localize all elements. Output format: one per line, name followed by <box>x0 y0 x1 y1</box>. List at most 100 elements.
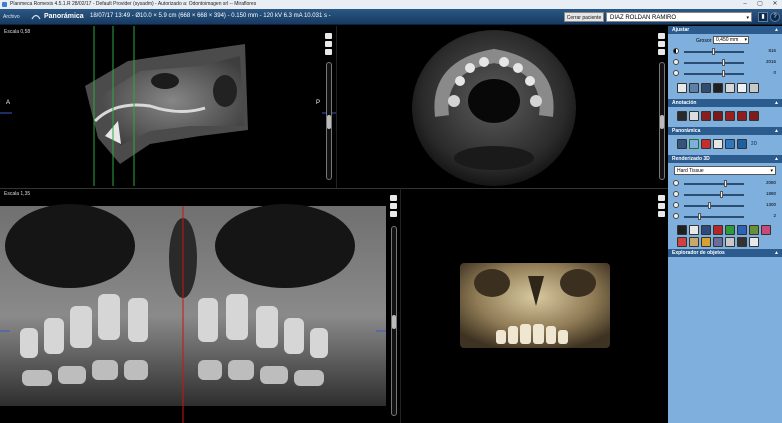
brightness-slider[interactable] <box>684 48 744 55</box>
help-button[interactable]: ? <box>770 12 780 22</box>
panoramica-header[interactable]: Panorámica ▲ <box>668 127 782 135</box>
zoom-icon[interactable] <box>677 83 687 93</box>
renderizado-header[interactable]: Renderizado 3D ▲ <box>668 155 782 163</box>
sagittal-viewport[interactable]: Escala 0,58 A P <box>0 26 336 188</box>
viewport-divider-bottom[interactable] <box>400 188 401 423</box>
cloud-icon[interactable] <box>325 49 332 55</box>
window-level-icon[interactable] <box>701 83 711 93</box>
maximize-button[interactable]: ▢ <box>753 1 767 8</box>
slider-knob[interactable] <box>708 202 711 209</box>
color-map-icon[interactable] <box>761 225 771 235</box>
render-preset-select[interactable]: Hard Tissue ▾ <box>674 166 776 175</box>
export-icon[interactable] <box>749 237 759 247</box>
cloud-icon[interactable] <box>658 49 665 55</box>
patient-select[interactable]: DIAZ ROLDAN RAMIRO ▾ <box>606 12 752 22</box>
ellipse-icon[interactable] <box>713 111 723 121</box>
measure-3d-icon[interactable] <box>737 237 747 247</box>
arrow-icon[interactable] <box>737 111 747 121</box>
grosor-select[interactable]: 0,450 mm ▾ <box>713 36 749 44</box>
scroll-thumb[interactable] <box>392 315 396 329</box>
green-plane-icon[interactable] <box>725 225 735 235</box>
viewport-divider-top[interactable] <box>336 26 337 188</box>
maximize-view-icon[interactable] <box>390 195 397 201</box>
reset-icon[interactable] <box>737 83 747 93</box>
maximize-view-icon[interactable] <box>658 195 665 201</box>
person-icon[interactable] <box>725 139 735 149</box>
slider-knob[interactable] <box>724 180 727 187</box>
render-3d-viewport[interactable] <box>400 188 668 423</box>
collapse-icon[interactable]: ▲ <box>774 249 779 257</box>
3d-button[interactable]: 3D <box>749 139 759 149</box>
rectangle-icon[interactable] <box>701 111 711 121</box>
viewport-divider-horizontal[interactable] <box>0 188 668 189</box>
camera-icon[interactable] <box>325 41 332 47</box>
sharpen-icon[interactable] <box>713 83 723 93</box>
collapse-icon[interactable]: ▲ <box>774 26 779 34</box>
volume-icon[interactable] <box>701 237 711 247</box>
scroll-thumb[interactable] <box>660 115 664 129</box>
text-icon[interactable] <box>725 111 735 121</box>
slider-knob[interactable] <box>722 59 725 66</box>
settings-icon[interactable] <box>749 83 759 93</box>
contrast-row: 2016 <box>668 57 782 68</box>
app-logo-icon <box>2 2 7 7</box>
nerve-icon[interactable] <box>689 139 699 149</box>
crop-icon[interactable] <box>677 237 687 247</box>
render-slider-2[interactable] <box>684 191 744 198</box>
panoramic-mode-icon[interactable] <box>31 11 41 21</box>
tooth-icon[interactable] <box>713 139 723 149</box>
render-value-4: 2 <box>773 213 776 218</box>
sagittal-scrollbar[interactable] <box>326 62 332 180</box>
collapse-icon[interactable]: ▲ <box>774 127 779 135</box>
contrast-slider[interactable] <box>684 59 744 66</box>
cloud-icon[interactable] <box>658 211 665 217</box>
scroll-thumb[interactable] <box>327 115 331 129</box>
ajustar-header[interactable]: Ajustar ▲ <box>668 26 782 34</box>
slice-icon[interactable] <box>737 139 747 149</box>
red-plane-icon[interactable] <box>713 225 723 235</box>
implant-icon[interactable] <box>701 139 711 149</box>
blue-plane-icon[interactable] <box>737 225 747 235</box>
slider-knob[interactable] <box>698 213 701 220</box>
close-window-button[interactable]: ✕ <box>768 1 782 8</box>
delete-annotation-icon[interactable] <box>749 111 759 121</box>
axial-scrollbar[interactable] <box>659 62 665 180</box>
collapse-icon[interactable]: ▲ <box>774 99 779 107</box>
minimize-button[interactable]: – <box>738 1 752 8</box>
layout-button[interactable]: ▮ <box>758 12 768 22</box>
anotacion-header[interactable]: Anotación ▲ <box>668 99 782 107</box>
camera-icon[interactable] <box>390 203 397 209</box>
light-icon[interactable] <box>725 237 735 247</box>
cut-icon[interactable] <box>689 225 699 235</box>
grid-icon[interactable] <box>713 237 723 247</box>
panoramic-scrollbar[interactable] <box>391 226 397 416</box>
maximize-view-icon[interactable] <box>658 33 665 39</box>
invert-icon[interactable] <box>725 83 735 93</box>
skull-icon[interactable] <box>677 225 687 235</box>
slider-knob[interactable] <box>712 48 715 55</box>
render-slider-3[interactable] <box>684 202 744 209</box>
axial-viewport[interactable] <box>336 26 668 188</box>
rotate-icon[interactable] <box>749 225 759 235</box>
explorador-header[interactable]: Explorador de objetos ▲ <box>668 249 782 257</box>
camera-icon[interactable] <box>658 203 665 209</box>
camera-icon[interactable] <box>658 41 665 47</box>
collapse-icon[interactable]: ▲ <box>774 155 779 163</box>
measure-icon[interactable] <box>677 111 687 121</box>
cloud-icon[interactable] <box>390 211 397 217</box>
maximize-view-icon[interactable] <box>325 33 332 39</box>
render-tools-row-1 <box>668 222 782 235</box>
soft-tissue-icon[interactable] <box>689 237 699 247</box>
clip-plane-icon[interactable] <box>701 225 711 235</box>
slider-knob[interactable] <box>720 191 723 198</box>
gamma-slider[interactable] <box>684 70 744 77</box>
pan-icon[interactable] <box>689 83 699 93</box>
render-slider-1[interactable] <box>684 180 744 187</box>
angle-icon[interactable] <box>689 111 699 121</box>
render-slider-4[interactable] <box>684 213 744 220</box>
curve-icon[interactable] <box>677 139 687 149</box>
panoramic-viewport[interactable]: Escala 1,35 <box>0 188 400 423</box>
file-menu[interactable]: Archivo <box>3 14 20 20</box>
slider-knob[interactable] <box>722 70 725 77</box>
close-patient-button[interactable]: Cerrar paciente <box>564 12 604 22</box>
